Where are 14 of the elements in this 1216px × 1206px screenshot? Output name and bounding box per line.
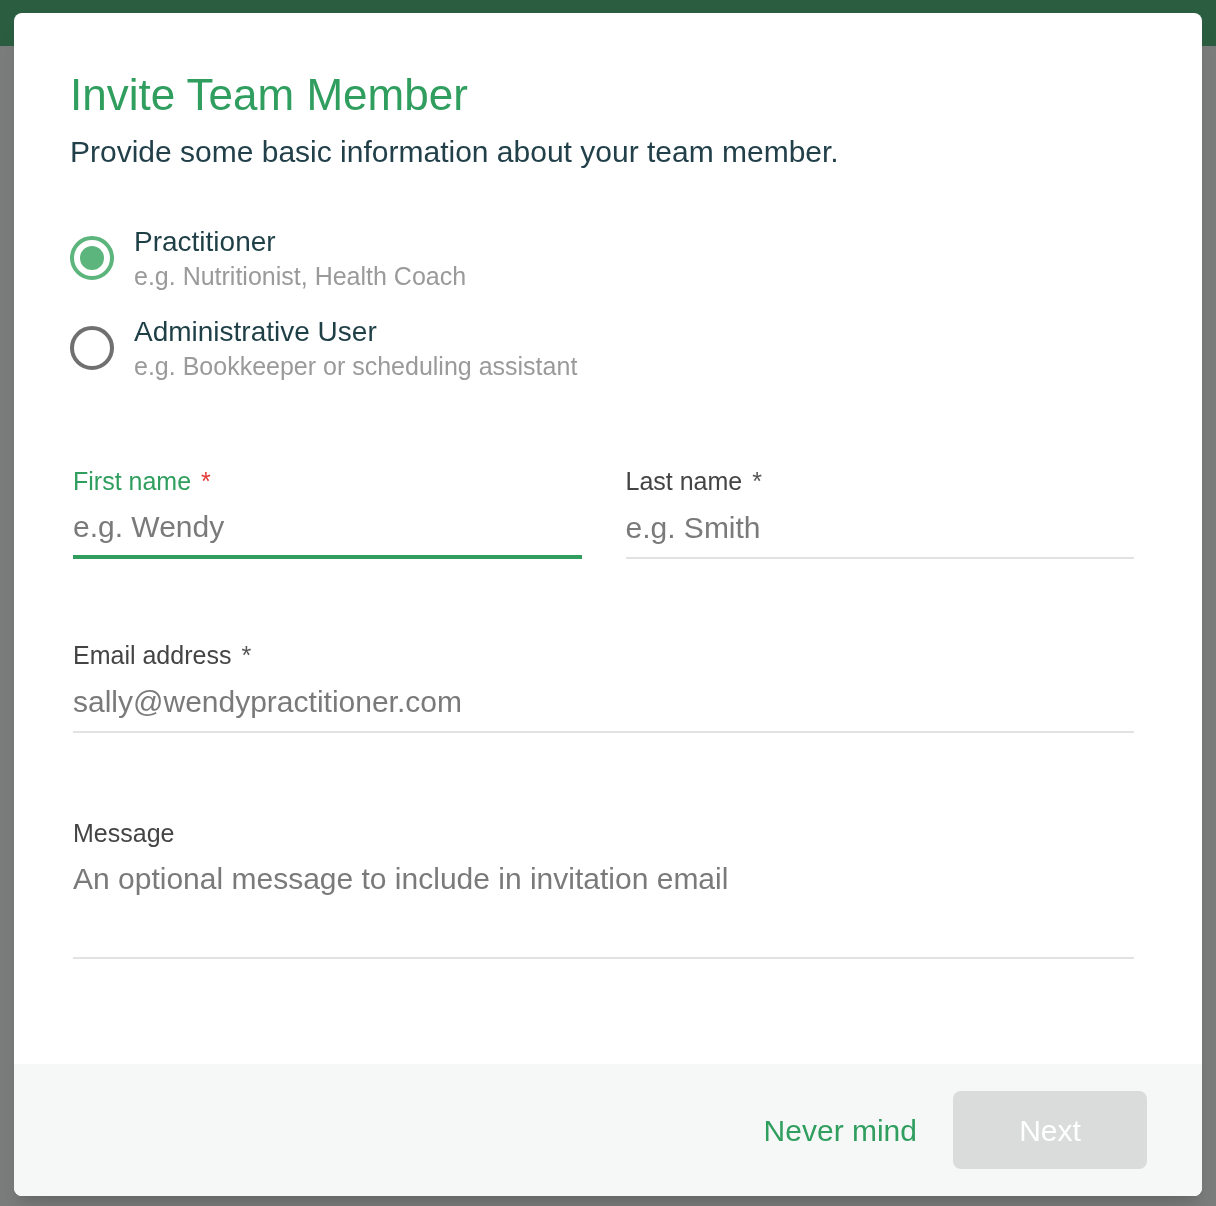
- field-label: Email address *: [73, 640, 252, 671]
- role-label[interactable]: Administrative User: [134, 314, 578, 350]
- field-label: Message: [73, 818, 175, 849]
- message-field[interactable]: An optional message to include in invitation email: [73, 859, 1134, 959]
- role-hint: e.g. Nutritionist, Health Coach: [134, 261, 467, 292]
- dialog-title: Invite Team Member: [70, 69, 468, 121]
- radio-button[interactable]: [70, 236, 114, 280]
- field-label: Last name *: [625, 466, 762, 497]
- role-label[interactable]: Practitioner: [134, 224, 467, 260]
- dialog-subtitle: Provide some basic information about your team member.: [70, 134, 839, 170]
- field-label: First name *: [73, 466, 211, 497]
- radio-button[interactable]: [70, 326, 114, 370]
- input-field[interactable]: e.g. Wendy: [73, 507, 582, 559]
- role-hint: e.g. Bookkeeper or scheduling assistant: [134, 351, 578, 382]
